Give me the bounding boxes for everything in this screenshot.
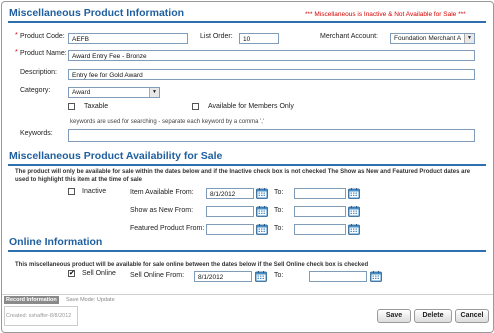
category-value: Award: [72, 89, 91, 96]
sell-online-label: Sell Online: [82, 270, 116, 277]
keywords-label: Keywords:: [20, 130, 53, 137]
calendar-icon[interactable]: [256, 206, 268, 217]
list-order-input[interactable]: 10: [239, 33, 279, 44]
sell-online-from-input[interactable]: 8/1/2012: [194, 271, 252, 282]
product-code-input[interactable]: AEFB: [68, 33, 188, 44]
list-order-label: List Order:: [200, 33, 233, 40]
product-code-label: Product Code:: [20, 33, 65, 40]
category-label: Category:: [20, 87, 51, 94]
availability-description: The product will only be available for s…: [15, 169, 471, 183]
section-title-online-info: Online Information: [9, 236, 103, 248]
save-button[interactable]: Save: [377, 309, 411, 323]
inactive-alert: *** Miscellaneous is Inactive & Not Avai…: [305, 11, 466, 18]
to-label: To:: [274, 225, 284, 232]
inactive-checkbox[interactable]: [68, 188, 75, 195]
calendar-icon[interactable]: [348, 224, 360, 235]
calendar-icon[interactable]: [348, 206, 360, 217]
taxable-checkbox[interactable]: [68, 103, 75, 110]
merchant-account-label: Merchant Account:: [320, 33, 378, 40]
show-as-new-from-input[interactable]: [206, 206, 254, 217]
section-rule: [8, 250, 486, 252]
save-mode-label: Save Mode:: [66, 297, 96, 303]
product-name-input[interactable]: Award Entry Fee - Bronze: [68, 50, 475, 61]
calendar-icon[interactable]: [256, 224, 268, 235]
keywords-input[interactable]: [68, 129, 475, 142]
calendar-icon[interactable]: [370, 271, 382, 282]
description-input[interactable]: Entry fee for Gold Award: [68, 69, 475, 80]
cancel-button[interactable]: Cancel: [455, 309, 489, 323]
merchant-account-select[interactable]: Foundation Merchant A ▼: [390, 33, 475, 44]
calendar-icon[interactable]: [255, 271, 267, 282]
to-label: To:: [274, 272, 284, 279]
description-label: Description:: [20, 69, 57, 76]
to-label: To:: [274, 189, 284, 196]
record-info-label: Record Information: [4, 296, 59, 304]
keywords-hint: keywords are used for searching - separa…: [70, 119, 265, 125]
calendar-icon[interactable]: [348, 188, 360, 199]
sell-online-checkbox[interactable]: ✔: [68, 270, 75, 277]
section-rule: [8, 21, 486, 23]
merchant-account-value: Foundation Merchant A: [394, 35, 462, 42]
chevron-down-icon[interactable]: ▼: [464, 34, 474, 43]
required-marker: *: [15, 32, 18, 39]
featured-product-to-input[interactable]: [294, 224, 346, 235]
category-select[interactable]: Award ▼: [68, 87, 160, 98]
to-label: To:: [274, 207, 284, 214]
chevron-down-icon[interactable]: ▼: [149, 88, 159, 97]
inactive-label: Inactive: [82, 188, 107, 195]
check-icon: ✔: [69, 270, 75, 277]
members-only-checkbox[interactable]: [192, 103, 199, 110]
online-description: This miscellaneous product will be avail…: [15, 262, 369, 268]
product-name-label: Product Name:: [20, 50, 67, 57]
sell-online-from-label: Sell Online From:: [130, 272, 185, 279]
section-title-availability: Miscellaneous Product Availability for S…: [9, 150, 223, 162]
members-only-label: Available for Members Only: [208, 103, 294, 110]
section-rule: [8, 164, 486, 166]
item-available-from-input[interactable]: 8/1/2012: [206, 188, 254, 199]
featured-product-from-label: Featured Product From:: [130, 225, 205, 232]
save-mode-value: Update: [96, 297, 115, 303]
taxable-label: Taxable: [84, 103, 109, 110]
calendar-icon[interactable]: [256, 188, 268, 199]
item-available-to-input[interactable]: [294, 188, 346, 199]
featured-product-from-input[interactable]: [206, 224, 254, 235]
show-as-new-from-label: Show as New From:: [130, 207, 194, 214]
footer-divider: [2, 294, 493, 295]
save-mode: Save Mode: Update: [66, 297, 115, 303]
section-title-product-info: Miscellaneous Product Information: [9, 7, 185, 19]
created-info: Created: sshaffer-8/8/2012: [4, 306, 78, 326]
sell-online-to-input[interactable]: [309, 271, 367, 282]
item-available-from-label: Item Available From:: [130, 189, 194, 196]
delete-button[interactable]: Delete: [414, 309, 452, 323]
required-marker: *: [15, 49, 18, 56]
product-form-window: Miscellaneous Product Information *** Mi…: [1, 1, 494, 333]
show-as-new-to-input[interactable]: [294, 206, 346, 217]
